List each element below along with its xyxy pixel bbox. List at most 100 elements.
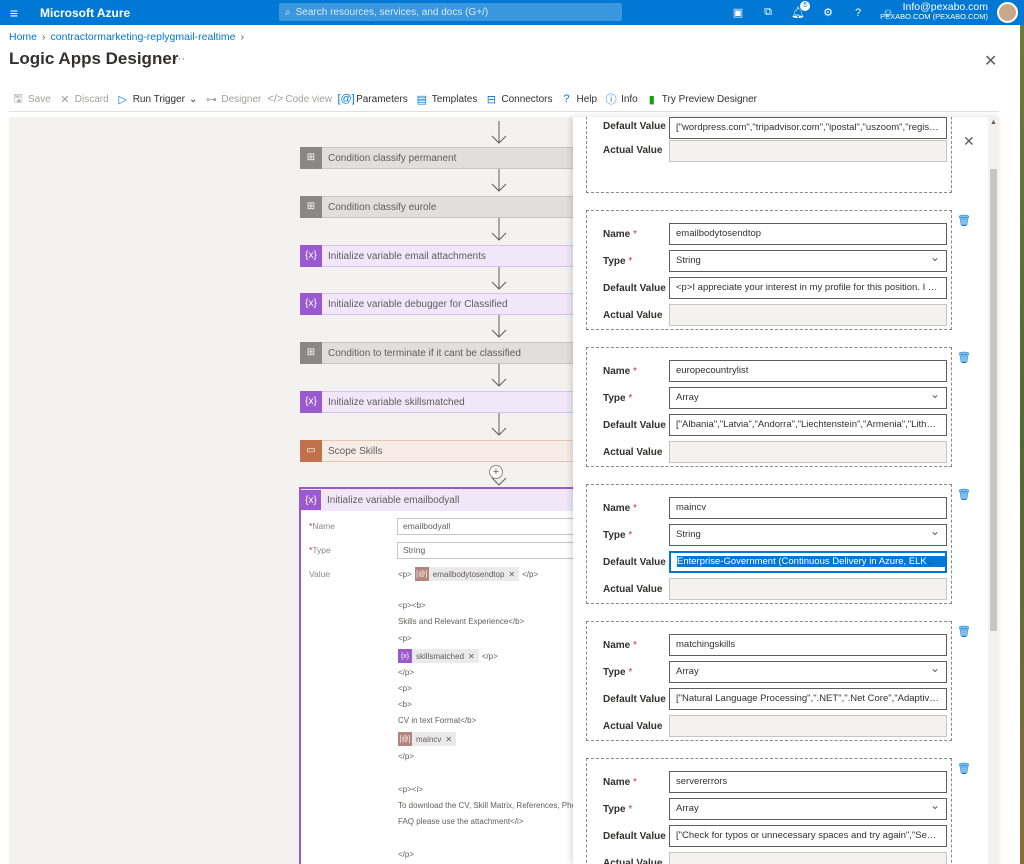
more-options-button[interactable]: ··· [174,53,185,65]
value-line[interactable]: </p> [398,668,414,677]
delete-trash-icon[interactable]: 🗑︎ [957,214,971,227]
value-line[interactable]: <p> [398,684,412,693]
field-label-type: *Type [309,545,331,555]
remove-token-icon[interactable]: ✕ [468,652,475,661]
panel-scrollbar[interactable]: ▲ [988,117,999,864]
delete-trash-icon[interactable]: 🗑︎ [957,351,971,364]
help-button[interactable]: ? Help [560,93,597,105]
step-init-emailbodyall-expanded[interactable]: {x} Initialize variable emailbodyall *Na… [299,487,573,864]
value-line[interactable]: <p> [@] emailbodytosendtop ✕ </p> [398,567,538,581]
close-panel-icon[interactable]: ✕ [963,133,975,150]
parameter-type-select[interactable]: Array [669,661,947,683]
actual-value-label: Actual Value [603,447,663,458]
account-info[interactable]: Info@pexabo.com PEXABO.COM (PEXABO.COM) [880,2,988,22]
value-line[interactable]: [@] maincv ✕ [398,732,457,746]
field-label-text: Name [312,521,335,531]
close-blade-icon[interactable]: ✕ [984,51,997,71]
value-line[interactable]: </p> [398,850,414,859]
step-label: Scope Skills [328,445,383,457]
value-line[interactable]: <p> [398,634,412,643]
step-condition-classify-permanent[interactable]: ⊞ Condition classify permanent [300,146,573,169]
step-init-email-attachments[interactable]: {x} Initialize variable email attachments [300,244,573,267]
brand-label[interactable]: Microsoft Azure [40,6,130,20]
notifications-icon[interactable]: 🔔︎ 5 [790,0,810,21]
parameter-name-input[interactable]: emailbodytosendtop [669,223,947,245]
delete-trash-icon[interactable]: 🗑︎ [957,762,971,775]
required-mark: * [628,393,633,404]
value-line[interactable]: <p><b> [398,601,426,610]
value-line[interactable]: CV in text Format</b> [398,716,476,725]
chevron-down-icon: ⌄ [188,93,198,105]
dynamic-token[interactable]: [@] maincv ✕ [398,732,457,746]
breadcrumb-home[interactable]: Home [9,31,37,43]
default-value-input[interactable]: ["Albania","Latvia","Andorra","Liechtens… [669,414,947,436]
delete-trash-icon[interactable]: 🗑︎ [957,625,971,638]
step-init-debugger-classified[interactable]: {x} Initialize variable debugger for Clas… [300,292,573,315]
scrollbar-thumb[interactable] [990,169,997,631]
value-line[interactable]: Skills and Relevant Experience</b> [398,617,524,626]
parameter-token-icon: [@] [414,567,429,581]
dynamic-token[interactable]: {x} skillsmatched ✕ [398,649,479,663]
try-preview-designer-button[interactable]: ▮ Try Preview Designer [646,93,757,106]
parameter-name-input[interactable]: servererrors [669,771,947,793]
label-text: Name [603,640,631,651]
remove-token-icon[interactable]: ✕ [445,735,452,744]
default-value-label: Default Value [603,121,666,132]
parameters-panel: ✕ Default Value ["wordpress.com","tripad… [573,117,999,864]
step-label: Condition classify eurole [328,201,437,213]
required-mark: * [633,777,637,788]
actual-value-label: Actual Value [603,858,663,864]
condition-icon: ⊞ [300,341,322,364]
connectors-button[interactable]: ⊟ Connectors [485,93,553,106]
parameter-type-select[interactable]: String [669,250,947,272]
variable-type-select[interactable]: String [397,542,573,559]
designer-canvas[interactable]: ⊞ Condition classify permanent ⊞ Condition… [9,117,573,864]
code-view-button[interactable]: </> Code view [267,93,332,105]
expanded-step-header[interactable]: {x} Initialize variable emailbodyall [301,489,573,511]
directory-filter-icon[interactable]: ⧉ [760,5,776,21]
background-window-edge [1020,25,1024,864]
parameter-name-input[interactable]: maincv [669,497,947,519]
scroll-up-icon[interactable]: ▲ [990,119,997,126]
default-value-input[interactable]: <p>I appreciate your interest in my prof… [669,277,947,299]
default-value-input-focused[interactable]: Enterprise-Government (Continuous Delive… [669,551,947,573]
variable-name-input[interactable]: emailbodyall [397,518,573,535]
step-scope-skills[interactable]: ▭ Scope Skills [300,439,573,462]
discard-button[interactable]: ✕ Discard [59,93,109,106]
parameter-name-input[interactable]: europecountrylist [669,360,947,382]
value-line[interactable]: To download the CV, Skill Matrix, Refere… [398,801,573,810]
parameter-name-input[interactable]: matchingskills [669,634,947,656]
parameter-type-select[interactable]: String [669,524,947,546]
designer-button[interactable]: ⊶ Designer [205,93,262,106]
variable-icon: {x} [300,244,322,267]
templates-button[interactable]: ▤ Templates [416,93,478,106]
info-button[interactable]: ⓘ Info [605,93,638,107]
default-value-input[interactable]: ["Check for typos or unnecessary spaces … [669,825,947,847]
default-value-input[interactable]: ["wordpress.com","tripadvisor.com","ipos… [669,117,947,139]
global-search-input[interactable]: ⌕ Search resources, services, and docs (… [279,3,622,21]
help-icon[interactable]: ? [850,5,866,21]
dynamic-token[interactable]: [@] emailbodytosendtop ✕ [414,567,520,581]
value-line[interactable]: </p> [398,752,414,761]
parameter-type-select[interactable]: Array [669,387,947,409]
parameter-type-select[interactable]: Array [669,798,947,820]
label-text: Type [603,804,626,815]
parameters-button[interactable]: [@] Parameters [337,93,407,105]
save-button[interactable]: 🖫 Save [12,93,50,105]
value-line[interactable]: <b> [398,700,412,709]
cloud-shell-icon[interactable]: ▣ [730,5,746,21]
default-value-input[interactable]: ["Natural Language Processing",".NET",".… [669,688,947,710]
hamburger-icon[interactable]: ≡ [0,5,28,21]
step-condition-classify-eurole[interactable]: ⊞ Condition classify eurole [300,195,573,218]
run-trigger-button[interactable]: ▷ Run Trigger ⌄ [117,93,198,106]
value-line[interactable]: FAQ please use the attachment</i> [398,817,523,826]
remove-token-icon[interactable]: ✕ [508,570,515,579]
step-condition-terminate[interactable]: ⊞ Condition to terminate if it cant be cl… [300,341,573,364]
avatar[interactable] [997,2,1018,23]
breadcrumb-resource[interactable]: contractormarketing-replygmail-realtime [51,31,236,43]
settings-gear-icon[interactable]: ⚙ [820,5,836,21]
step-init-skillsmatched[interactable]: {x} Initialize variable skillsmatched [300,390,573,413]
delete-trash-icon[interactable]: 🗑︎ [957,488,971,501]
value-line[interactable]: <p><i> [398,785,423,794]
value-line[interactable]: {x} skillsmatched ✕ </p> [398,649,498,663]
